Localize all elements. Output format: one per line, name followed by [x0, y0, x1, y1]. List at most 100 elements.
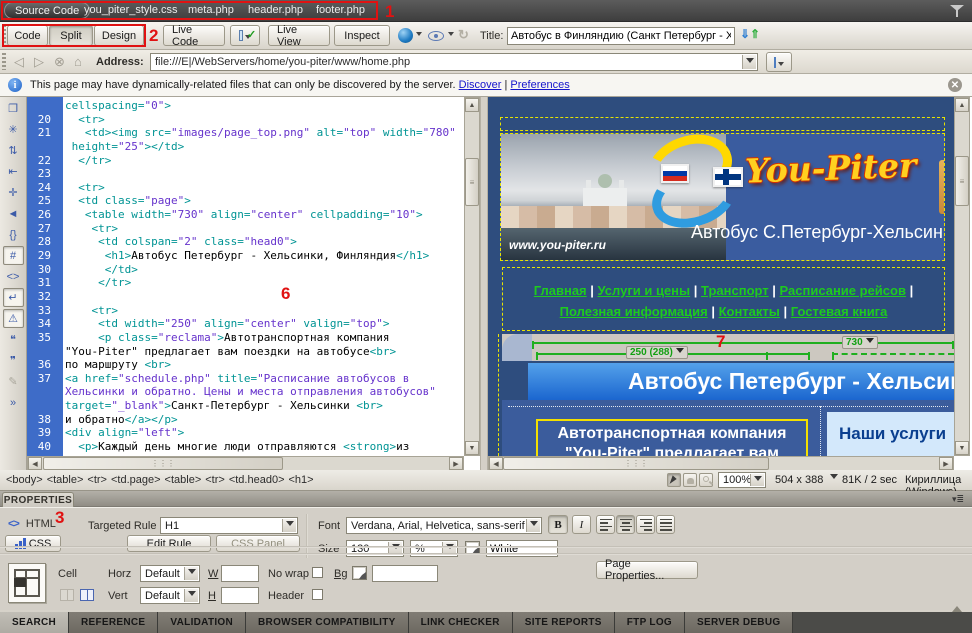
site-header-image[interactable]: www.you-piter.ru You-Piter Автобус С.Пет… [500, 133, 945, 261]
inspect-button[interactable]: Inspect [334, 25, 390, 46]
code-line[interactable]: 24 <tr> [27, 181, 464, 195]
panel-menu-icon[interactable]: ▾≣ [952, 494, 964, 505]
results-tab-search[interactable]: SEARCH [0, 612, 69, 633]
code-line[interactable]: target="_blank">Санкт-Петербург - Хельси… [27, 399, 464, 413]
code-line[interactable]: 35 <p class="reclama">Автотранспортная к… [27, 331, 464, 345]
live-view-button[interactable]: Live View [268, 25, 330, 46]
design-hscroll-thumb[interactable]: ⋮⋮⋮ [503, 457, 769, 470]
word-wrap-icon[interactable]: ↵ [3, 288, 24, 307]
scroll-up-icon[interactable]: ▲ [465, 98, 479, 112]
tag-selector-item[interactable]: <body> [6, 474, 43, 486]
code-line[interactable]: 30 </td> [27, 263, 464, 277]
scroll-right-icon[interactable]: ▶ [939, 457, 953, 470]
collapse-full-tag-icon[interactable]: ⇅ [3, 141, 24, 160]
zoom-tool-button[interactable] [699, 473, 713, 487]
page-properties-button[interactable]: Page Properties... [596, 561, 698, 579]
split-cell-icon[interactable] [80, 589, 94, 601]
results-tab-browser-compatibility[interactable]: BROWSER COMPATIBILITY [246, 612, 409, 633]
code-line[interactable]: 37<a href="schedule.php" title="Расписан… [27, 372, 464, 386]
code-line[interactable]: cellspacing="0"> [27, 99, 464, 113]
file-put-icon[interactable]: ⇑ [750, 27, 760, 41]
tag-selector-item[interactable]: <tr> [87, 474, 107, 486]
code-line[interactable]: 29 <h1>Автобус Петербург - Хельсинки, Фи… [27, 249, 464, 263]
window-size-select[interactable]: 504 x 388 [775, 474, 838, 486]
visual-aids-eye-icon[interactable] [428, 31, 444, 41]
line-numbers-icon[interactable]: # [3, 246, 24, 265]
align-right-button[interactable] [636, 515, 655, 534]
tag-selector-item[interactable]: <h1> [289, 474, 314, 486]
discover-link[interactable]: Discover [459, 79, 502, 91]
site-nav-link[interactable]: Полезная информация [560, 304, 708, 319]
results-tab-link-checker[interactable]: LINK CHECKER [409, 612, 513, 633]
tag-selector-item[interactable]: <table> [47, 474, 84, 486]
design-view[interactable]: www.you-piter.ru You-Piter Автобус С.Пет… [488, 97, 954, 456]
design-vscroll-thumb[interactable]: ≡ [955, 156, 969, 206]
file-get-icon[interactable]: ⇓ [740, 27, 750, 41]
balance-braces-icon[interactable]: {} [3, 225, 24, 244]
page-heading-bar[interactable]: Автобус Петербург - Хельсин [528, 363, 954, 400]
scroll-up-icon[interactable]: ▲ [955, 98, 969, 112]
align-left-button[interactable] [596, 515, 615, 534]
properties-tab[interactable]: PROPERTIES [2, 492, 74, 507]
infobar-close-icon[interactable]: ✕ [948, 78, 962, 92]
code-line[interactable]: 25 <td class="page"> [27, 194, 464, 208]
site-nav-link[interactable]: Главная [534, 283, 587, 298]
stop-icon[interactable]: ⊗ [54, 54, 65, 70]
home-icon[interactable]: ⌂ [74, 54, 82, 69]
scroll-down-icon[interactable]: ▼ [955, 441, 969, 455]
code-navigator-icon[interactable]: ✳ [3, 120, 24, 139]
header-checkbox[interactable] [312, 589, 323, 600]
preview-in-browser-icon[interactable] [398, 28, 413, 43]
code-vertical-scrollbar[interactable]: ▲ ≡ ▼ [464, 97, 480, 456]
remove-comment-icon[interactable]: ❞ [3, 351, 24, 370]
html-mode-button[interactable]: <> HTML [8, 518, 56, 530]
css-panel-button[interactable]: CSS Panel [216, 535, 300, 552]
code-line[interactable]: 34 <td width="250" align="center" valign… [27, 317, 464, 331]
forward-icon[interactable]: ▷ [34, 54, 44, 70]
code-design-splitter[interactable] [480, 97, 488, 470]
refresh-icon[interactable]: ↻ [458, 27, 469, 43]
scroll-right-icon[interactable]: ▶ [449, 457, 463, 470]
css-mode-button[interactable]: CSS [5, 535, 61, 552]
collapse-selection-icon[interactable]: ⇤ [3, 162, 24, 181]
results-tab-validation[interactable]: VALIDATION [158, 612, 246, 633]
code-line[interactable]: 32 [27, 290, 464, 304]
address-dropdown-icon[interactable] [742, 55, 756, 69]
site-nav-link[interactable]: Услуги и цены [598, 283, 691, 298]
code-line[interactable]: Хельсинки и обратно. Цены и места отправ… [27, 385, 464, 399]
code-line[interactable]: 31 </tr> [27, 276, 464, 290]
code-line[interactable]: 23 [27, 167, 464, 181]
bold-button[interactable]: B [548, 515, 568, 534]
targeted-rule-select[interactable]: H1 [160, 517, 298, 534]
code-line[interactable]: 40 <p>Каждый день многие люди отправляют… [27, 440, 464, 454]
results-tab-ftp-log[interactable]: FTP LOG [615, 612, 685, 633]
filter-icon[interactable] [950, 5, 964, 17]
justify-button[interactable] [656, 515, 675, 534]
code-line[interactable]: 33 <tr> [27, 304, 464, 318]
title-input[interactable] [507, 27, 735, 45]
select-parent-tag-icon[interactable]: ◄ [3, 204, 24, 223]
more-icons-icon[interactable]: » [3, 393, 24, 412]
bg-color-input[interactable] [372, 565, 438, 582]
open-documents-icon[interactable]: ❐ [3, 99, 24, 118]
code-line[interactable]: "You-Piter" предлагает вам поездки на ав… [27, 345, 464, 359]
code-line[interactable]: 21 <td><img src="images/page_top.png" al… [27, 126, 464, 140]
scroll-left-icon[interactable]: ◀ [489, 457, 503, 470]
tag-selector-item[interactable]: <td.page> [111, 474, 161, 486]
design-vertical-scrollbar[interactable]: ▲ ≡ ▼ [954, 97, 970, 456]
code-line[interactable]: 28 <td colspan="2" class="head0"> [27, 235, 464, 249]
page-content-area[interactable]: Автотранспортная компания "You-Piter" пр… [502, 400, 954, 456]
merge-cells-icon[interactable] [60, 589, 74, 601]
preferences-link[interactable]: Preferences [510, 79, 569, 91]
design-horizontal-scrollbar[interactable]: ◀ ⋮⋮⋮ ▶ [488, 456, 954, 471]
cell-height-input[interactable] [221, 587, 259, 604]
code-hscroll-thumb[interactable]: ⋮⋮⋮ [43, 457, 283, 470]
code-line[interactable]: 20 <tr> [27, 113, 464, 127]
services-box[interactable]: Наши услуги [827, 412, 954, 456]
site-nav-link[interactable]: Транспорт [701, 283, 769, 298]
syntax-error-alerts-icon[interactable]: ⚠ [3, 309, 24, 328]
code-line[interactable]: height="25"></td> [27, 140, 464, 154]
select-tool-button[interactable] [667, 473, 681, 487]
promo-box[interactable]: Автотранспортная компания "You-Piter" пр… [536, 419, 808, 456]
italic-button[interactable]: I [572, 515, 591, 534]
